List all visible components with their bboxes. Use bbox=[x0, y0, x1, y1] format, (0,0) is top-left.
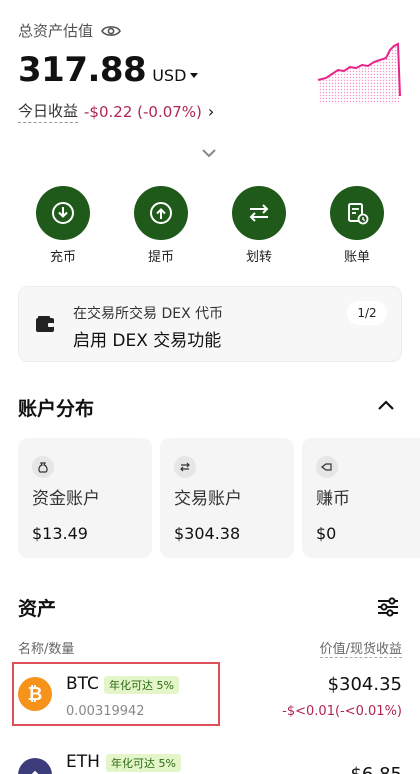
total-assets-label-text: 总资产估值 bbox=[18, 22, 94, 40]
account-value: $13.49 bbox=[32, 524, 88, 543]
account-card-earn[interactable]: 赚币 $0 bbox=[302, 438, 420, 558]
asset-name: ETH bbox=[66, 752, 100, 772]
dex-promo-banner[interactable]: 在交易所交易 DEX 代币 启用 DEX 交易功能 1/2 bbox=[18, 286, 402, 362]
quick-actions: 充币 提币 划转 账单 bbox=[0, 186, 420, 266]
column-header-value[interactable]: 价值/现货收益 bbox=[319, 638, 402, 658]
asset-row-eth[interactable]: ◆ ETH 年化可达 5% $6.85 bbox=[0, 744, 420, 774]
transfer-icon bbox=[249, 204, 269, 222]
today-pnl[interactable]: 今日收益 -$0.22 (-0.07%) › bbox=[18, 100, 214, 123]
promo-page-indicator: 1/2 bbox=[347, 301, 387, 325]
upload-icon bbox=[150, 202, 172, 224]
sparkline-chart[interactable] bbox=[316, 40, 402, 106]
promo-subtitle: 在交易所交易 DEX 代币 bbox=[73, 306, 224, 322]
apy-badge: 年化可达 5% bbox=[106, 754, 181, 772]
filter-settings-icon[interactable] bbox=[376, 596, 400, 618]
transfer-button[interactable]: 划转 bbox=[219, 186, 299, 265]
promo-title: 启用 DEX 交易功能 bbox=[73, 331, 222, 351]
transfer-label: 划转 bbox=[245, 250, 272, 265]
withdraw-label: 提币 bbox=[147, 250, 174, 265]
highlight-box bbox=[12, 662, 220, 726]
caret-down-icon bbox=[190, 73, 199, 78]
asset-value: $6.85 bbox=[350, 764, 402, 774]
account-name: 赚币 bbox=[316, 489, 350, 509]
transfer-circle bbox=[232, 186, 286, 240]
today-pnl-value: -$0.22 (-0.07%) bbox=[84, 102, 202, 121]
bill-icon bbox=[348, 203, 369, 225]
deposit-button[interactable]: 充币 bbox=[23, 186, 103, 265]
money-bag-icon bbox=[32, 456, 54, 478]
today-pnl-label: 今日收益 bbox=[18, 100, 79, 123]
column-header-name: 名称/数量 bbox=[18, 642, 75, 657]
total-assets-label: 总资产估值 bbox=[18, 20, 121, 41]
asset-value: $304.35 bbox=[327, 674, 402, 695]
account-name: 交易账户 bbox=[174, 489, 242, 509]
account-section-title: 账户分布 bbox=[18, 398, 95, 420]
wallet-icon bbox=[36, 316, 54, 332]
assets-section-title: 资产 bbox=[18, 598, 57, 620]
currency-selector[interactable]: USD bbox=[152, 66, 199, 85]
total-assets-value: 317.88 bbox=[18, 50, 147, 90]
chevron-down-icon[interactable] bbox=[200, 146, 218, 160]
bill-label: 账单 bbox=[343, 250, 370, 265]
withdraw-button[interactable]: 提币 bbox=[121, 186, 201, 265]
ethereum-icon: ◆ bbox=[18, 758, 52, 774]
deposit-circle bbox=[36, 186, 90, 240]
withdraw-circle bbox=[134, 186, 188, 240]
earn-icon bbox=[316, 456, 338, 478]
chevron-right-icon: › bbox=[207, 102, 215, 121]
currency-label: USD bbox=[152, 66, 187, 85]
bill-button[interactable]: 账单 bbox=[317, 186, 397, 265]
download-icon bbox=[52, 202, 74, 224]
swap-icon bbox=[174, 456, 196, 478]
account-name: 资金账户 bbox=[32, 489, 100, 509]
chevron-up-icon[interactable] bbox=[376, 398, 396, 412]
eye-icon[interactable] bbox=[101, 24, 121, 38]
account-card-trading[interactable]: 交易账户 $304.38 bbox=[160, 438, 294, 558]
account-value: $0 bbox=[316, 524, 337, 543]
total-assets-row: 317.88 USD bbox=[18, 50, 199, 90]
asset-pnl: -$<0.01(-<0.01%) bbox=[282, 704, 402, 719]
bill-circle bbox=[330, 186, 384, 240]
account-card-funding[interactable]: 资金账户 $13.49 bbox=[18, 438, 152, 558]
deposit-label: 充币 bbox=[49, 250, 76, 265]
account-value: $304.38 bbox=[174, 524, 241, 543]
